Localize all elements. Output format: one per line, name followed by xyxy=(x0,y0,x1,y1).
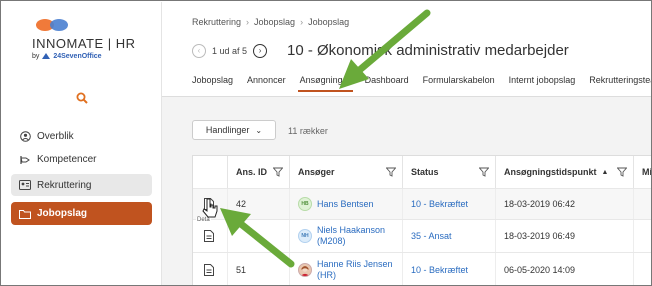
person-circle-icon xyxy=(19,130,31,142)
applicant-link[interactable]: Niels Haakanson (M208) xyxy=(317,225,402,248)
breadcrumb-item[interactable]: Rekruttering xyxy=(192,17,241,27)
row-detail-cell[interactable] xyxy=(193,189,228,219)
sort-ascending-icon: ▲ xyxy=(601,168,609,176)
filter-icon[interactable] xyxy=(386,167,396,177)
column-header-icon xyxy=(193,156,228,188)
filter-icon[interactable] xyxy=(273,167,283,177)
table-row[interactable]: 42 HB Hans Bentsen 10 - Bekræftet 18-03-… xyxy=(193,188,651,219)
page-title: 10 - Økonomisk administrativ medarbejder xyxy=(287,42,569,59)
table-row[interactable]: NH Niels Haakanson (M208) 35 - Ansat 18-… xyxy=(193,219,651,252)
sidebar-item-label: Kompetencer xyxy=(37,153,97,165)
cell-ans-id: 51 xyxy=(228,253,290,285)
tab-formularskabelon[interactable]: Formularskabelon xyxy=(423,75,495,92)
sidebar-item-rekruttering[interactable]: Rekruttering xyxy=(11,174,152,196)
sidebar-item-kompetencer[interactable]: Kompetencer xyxy=(11,148,152,170)
sidebar-item-label: Overblik xyxy=(37,130,74,142)
sidebar-item-jobopslag[interactable]: Jobopslag xyxy=(11,202,152,225)
main-content: Rekruttering › Jobopslag › Jobopslag ‹ 1 ud … xyxy=(162,2,651,285)
id-card-icon xyxy=(19,179,31,191)
logo-mark-icon xyxy=(36,19,68,31)
applicant-link[interactable]: Hanne Riis Jensen (HR) xyxy=(317,259,402,282)
tab-dashboard[interactable]: Dashboard xyxy=(365,75,409,92)
logo: INNOMATE | HR by 24SevenOffice xyxy=(32,16,152,66)
previous-icon[interactable]: ‹ xyxy=(192,44,206,58)
tab-jobopslag[interactable]: Jobopslag xyxy=(192,75,233,92)
avatar: NH xyxy=(298,229,312,243)
sidebar-item-overblik[interactable]: Overblik xyxy=(11,125,152,147)
next-icon[interactable]: › xyxy=(253,44,268,58)
folder-icon xyxy=(19,208,31,220)
breadcrumb-item[interactable]: Jobopslag xyxy=(254,17,295,27)
tab-annoncer[interactable]: Annoncer xyxy=(247,75,286,92)
chevron-right-icon: › xyxy=(246,17,250,27)
applications-table: Ans. ID Ansøger Status Ansøgningstidspun… xyxy=(192,155,651,285)
document-icon[interactable] xyxy=(204,230,214,242)
cell-status[interactable]: 35 - Ansat xyxy=(403,220,496,252)
cell-ans-id xyxy=(228,220,290,252)
sidebar: INNOMATE | HR by 24SevenOffice Overblik … xyxy=(2,2,162,285)
app-window: INNOMATE | HR by 24SevenOffice Overblik … xyxy=(0,0,652,286)
column-header-ansoeger[interactable]: Ansøger xyxy=(290,156,403,188)
sidebar-item-label: Rekruttering xyxy=(37,179,92,191)
search-icon[interactable] xyxy=(76,92,88,104)
column-header-status[interactable]: Status xyxy=(403,156,496,188)
breadcrumb: Rekruttering › Jobopslag › Jobopslag xyxy=(192,17,349,27)
sidebar-item-label: Jobopslag xyxy=(37,208,88,219)
table-row[interactable]: 51 Hanne Riis Jensen (HR) 10 - Bekræftet… xyxy=(193,252,651,285)
cell-ansoegningstidspunkt: 18-03-2019 06:49 xyxy=(496,220,634,252)
cell-status[interactable]: 10 - Bekræftet xyxy=(403,253,496,285)
cell-ans-id: 42 xyxy=(228,189,290,219)
page-header: Rekruttering › Jobopslag › Jobopslag ‹ 1 ud … xyxy=(162,2,651,97)
document-icon[interactable] xyxy=(204,198,214,210)
row-detail-cell[interactable] xyxy=(193,253,228,285)
cell-ansoegningstidspunkt: 18-03-2019 06:42 xyxy=(496,189,634,219)
filter-icon[interactable] xyxy=(617,167,627,177)
tooltip: Deta xyxy=(196,217,211,223)
cell-ansoeger: NH Niels Haakanson (M208) xyxy=(290,220,403,252)
cell-ansoegningstidspunkt: 06-05-2020 14:09 xyxy=(496,253,634,285)
column-header-mi[interactable]: Mi xyxy=(634,156,651,188)
applicant-link[interactable]: Hans Bentsen xyxy=(317,199,374,209)
tab-bar: Jobopslag Annoncer Ansøgninger Dashboard… xyxy=(192,75,651,92)
cell-ansoeger: Hanne Riis Jensen (HR) xyxy=(290,253,403,285)
tab-ansoegninger[interactable]: Ansøgninger xyxy=(297,75,353,92)
chevron-down-icon: ⌄ xyxy=(255,125,263,135)
breadcrumb-item[interactable]: Jobopslag xyxy=(308,17,349,27)
tab-internt-jobopslag[interactable]: Internt jobopslag xyxy=(509,75,576,92)
column-header-ansoegningstidspunkt[interactable]: Ansøgningstidspunkt ▲ xyxy=(496,156,634,188)
actions-button[interactable]: Handlinger ⌄ xyxy=(192,120,276,140)
tab-rekrutteringsteam[interactable]: Rekrutteringsteam xyxy=(589,75,651,92)
hand-icon xyxy=(19,153,31,165)
pager-text: 1 ud af 5 xyxy=(212,46,248,56)
actions-label: Handlinger xyxy=(205,125,250,135)
row-count: 11 rækker xyxy=(288,126,328,136)
column-header-ans-id[interactable]: Ans. ID xyxy=(228,156,290,188)
logo-text: INNOMATE | HR xyxy=(32,36,136,51)
row-detail-cell[interactable] xyxy=(193,220,228,252)
chevron-right-icon: › xyxy=(300,17,304,27)
cell-ansoeger: HB Hans Bentsen xyxy=(290,189,403,219)
document-icon[interactable] xyxy=(204,264,214,276)
pager: ‹ 1 ud af 5 › xyxy=(192,44,268,58)
cell-status[interactable]: 10 - Bekræftet xyxy=(403,189,496,219)
filter-icon[interactable] xyxy=(479,167,489,177)
logo-subtitle: by 24SevenOffice xyxy=(32,53,102,60)
avatar-photo xyxy=(298,263,312,277)
avatar: HB xyxy=(298,197,312,211)
